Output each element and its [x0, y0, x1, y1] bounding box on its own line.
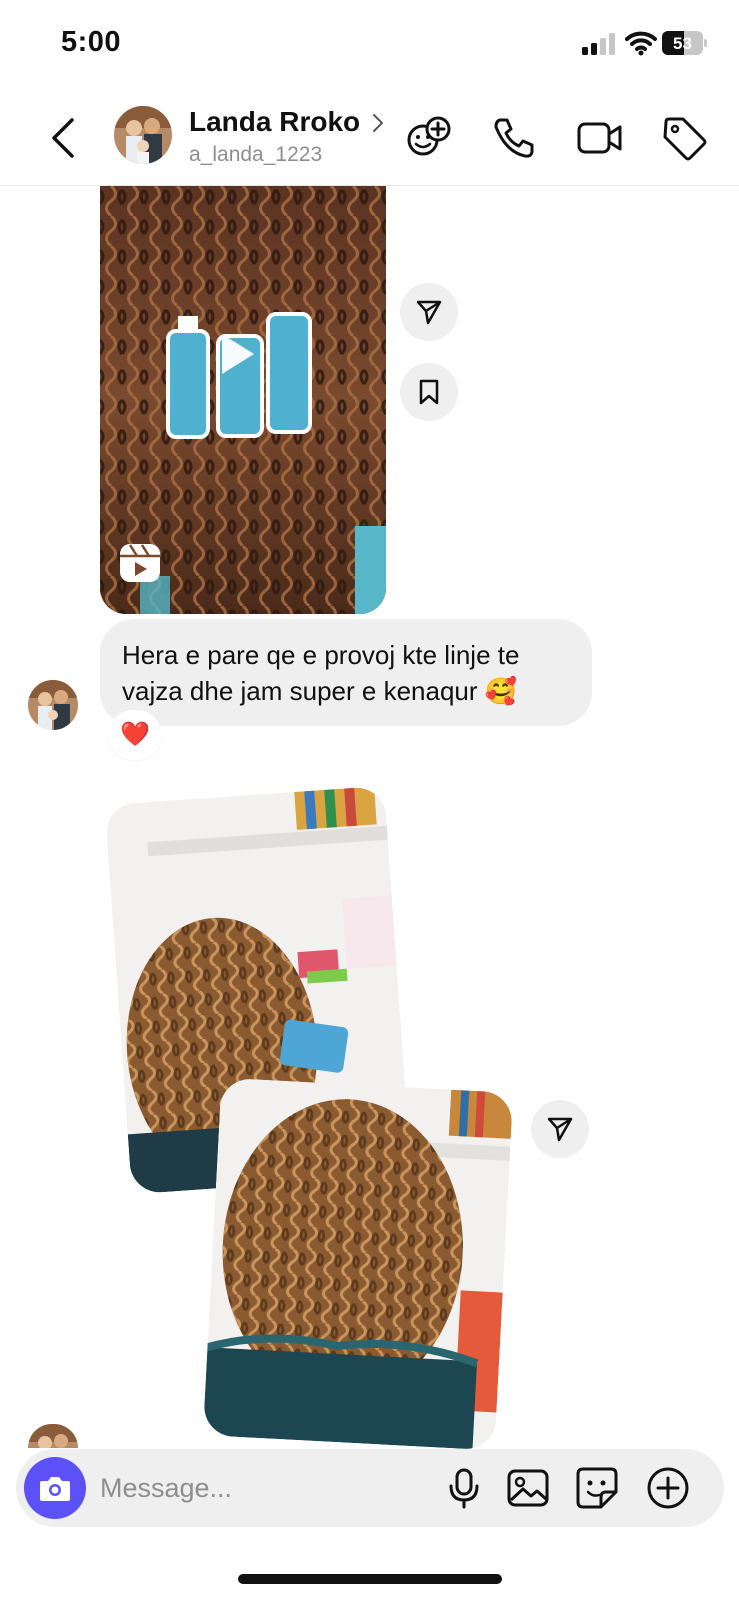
- camera-button[interactable]: [24, 1457, 86, 1519]
- share-icon: [416, 300, 442, 325]
- battery-level: 53: [673, 34, 692, 53]
- message-bubble[interactable]: Hera e pare qe e provoj kte linje te vaj…: [100, 619, 592, 726]
- message-input[interactable]: [100, 1462, 430, 1514]
- sender-avatar[interactable]: [28, 680, 78, 730]
- message-text: Hera e pare qe e provoj kte linje te vaj…: [122, 640, 520, 706]
- message-composer: [16, 1449, 724, 1527]
- status-time: 5:00: [61, 26, 122, 58]
- chat-header: Landa Rroko a_landa_1223: [0, 90, 739, 186]
- camera-icon: [40, 1477, 70, 1501]
- sticker-icon[interactable]: [573, 1464, 621, 1512]
- microphone-icon[interactable]: [440, 1464, 488, 1512]
- sender-avatar[interactable]: [28, 1424, 78, 1448]
- share-icon: [547, 1117, 573, 1142]
- heart-reaction: ❤️: [120, 721, 150, 748]
- reels-icon: [120, 544, 160, 582]
- shared-photo-2[interactable]: [202, 1077, 514, 1451]
- home-indicator[interactable]: [238, 1574, 502, 1584]
- contact-avatar[interactable]: [114, 106, 172, 164]
- share-photo-button[interactable]: [531, 1100, 589, 1158]
- wifi-icon: [625, 31, 657, 56]
- save-reel-button[interactable]: [400, 363, 458, 421]
- shared-reel[interactable]: [100, 186, 386, 614]
- battery-icon: 53: [662, 31, 707, 55]
- contact-name[interactable]: Landa Rroko: [189, 106, 360, 138]
- back-icon[interactable]: [44, 114, 84, 162]
- message-reaction[interactable]: ❤️: [108, 710, 162, 760]
- tag-icon[interactable]: [660, 114, 708, 162]
- chevron-right-icon[interactable]: [370, 112, 386, 134]
- add-group-icon[interactable]: [405, 114, 453, 162]
- share-reel-button[interactable]: [400, 283, 458, 341]
- phone-icon[interactable]: [490, 114, 538, 162]
- cellular-signal-icon: [582, 33, 615, 55]
- contact-username: a_landa_1223: [189, 143, 323, 166]
- bookmark-icon: [419, 379, 439, 405]
- status-bar: 5:00 53: [0, 0, 739, 90]
- gallery-icon[interactable]: [504, 1464, 552, 1512]
- video-icon[interactable]: [576, 114, 624, 162]
- plus-icon[interactable]: [644, 1464, 692, 1512]
